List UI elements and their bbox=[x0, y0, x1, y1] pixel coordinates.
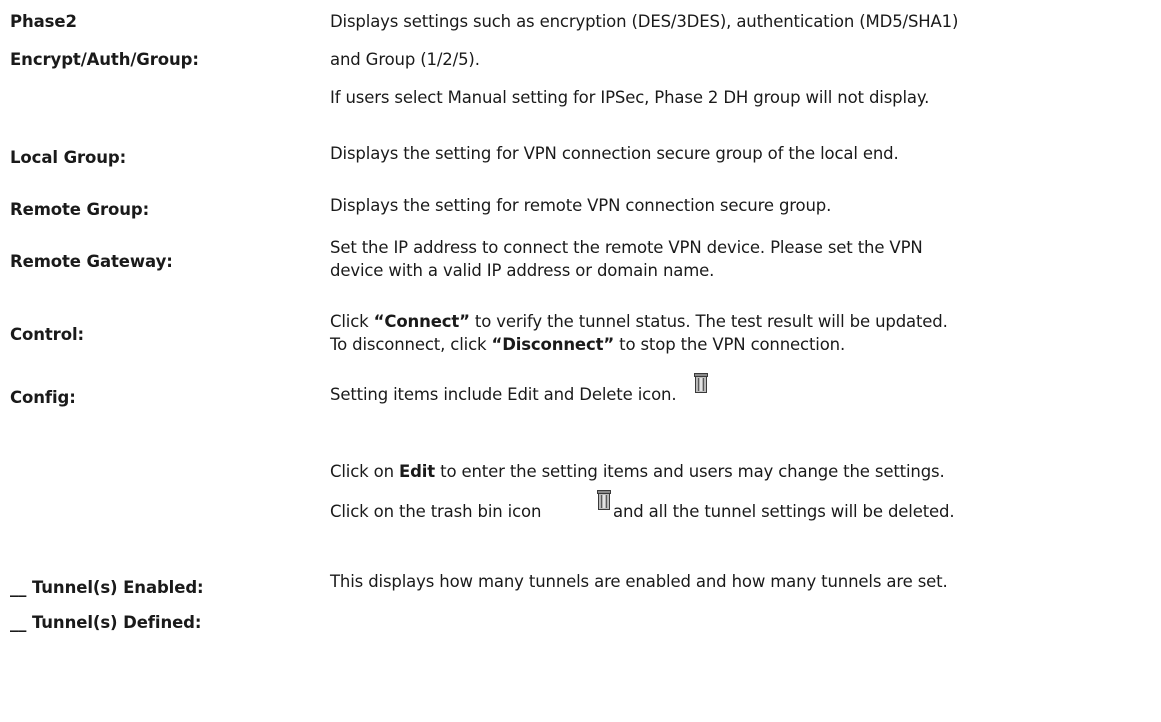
desc-control-line1: Click “Connect” to verify the tunnel sta… bbox=[330, 312, 948, 331]
edit-keyword: Edit bbox=[399, 462, 436, 481]
desc-tunnels: This displays how many tunnels are enabl… bbox=[330, 572, 948, 591]
label-encrypt-auth-group: Encrypt/Auth/Group: bbox=[10, 50, 199, 69]
label-local-group: Local Group: bbox=[10, 148, 127, 167]
label-config: Config: bbox=[10, 388, 76, 407]
desc-config-line2: Click on Edit to enter the setting items… bbox=[330, 462, 945, 481]
desc-config-line3: Click on the trash bin icon bbox=[330, 502, 542, 521]
label-remote-gateway: Remote Gateway: bbox=[10, 252, 173, 271]
desc-config-line1: Setting items include Edit and Delete ic… bbox=[330, 385, 677, 404]
desc-remote-group: Displays the setting for remote VPN conn… bbox=[330, 196, 832, 215]
label-phase2: Phase2 bbox=[10, 12, 77, 31]
connect-keyword: “Connect” bbox=[373, 312, 470, 331]
disconnect-keyword: “Disconnect” bbox=[491, 335, 615, 354]
desc-control-line2: To disconnect, click “Disconnect” to sto… bbox=[330, 335, 846, 354]
label-tunnels-defined: __ Tunnel(s) Defined: bbox=[10, 613, 202, 632]
label-control: Control: bbox=[10, 325, 85, 344]
desc-config-line3-post: and all the tunnel settings will be dele… bbox=[613, 502, 955, 521]
desc-local-group: Displays the setting for VPN connection … bbox=[330, 144, 899, 163]
desc-phase2-line3: If users select Manual setting for IPSec… bbox=[330, 88, 930, 107]
desc-phase2-line1: Displays settings such as encryption (DE… bbox=[330, 12, 959, 31]
trash-bin-icon bbox=[597, 490, 611, 510]
desc-remote-gateway-line1: Set the IP address to connect the remote… bbox=[330, 238, 923, 257]
trash-bin-icon bbox=[694, 373, 708, 393]
label-tunnels-enabled: __ Tunnel(s) Enabled: bbox=[10, 578, 204, 597]
label-remote-group: Remote Group: bbox=[10, 200, 150, 219]
desc-remote-gateway-line2: device with a valid IP address or domain… bbox=[330, 261, 715, 280]
desc-phase2-line2: and Group (1/2/5). bbox=[330, 50, 480, 69]
